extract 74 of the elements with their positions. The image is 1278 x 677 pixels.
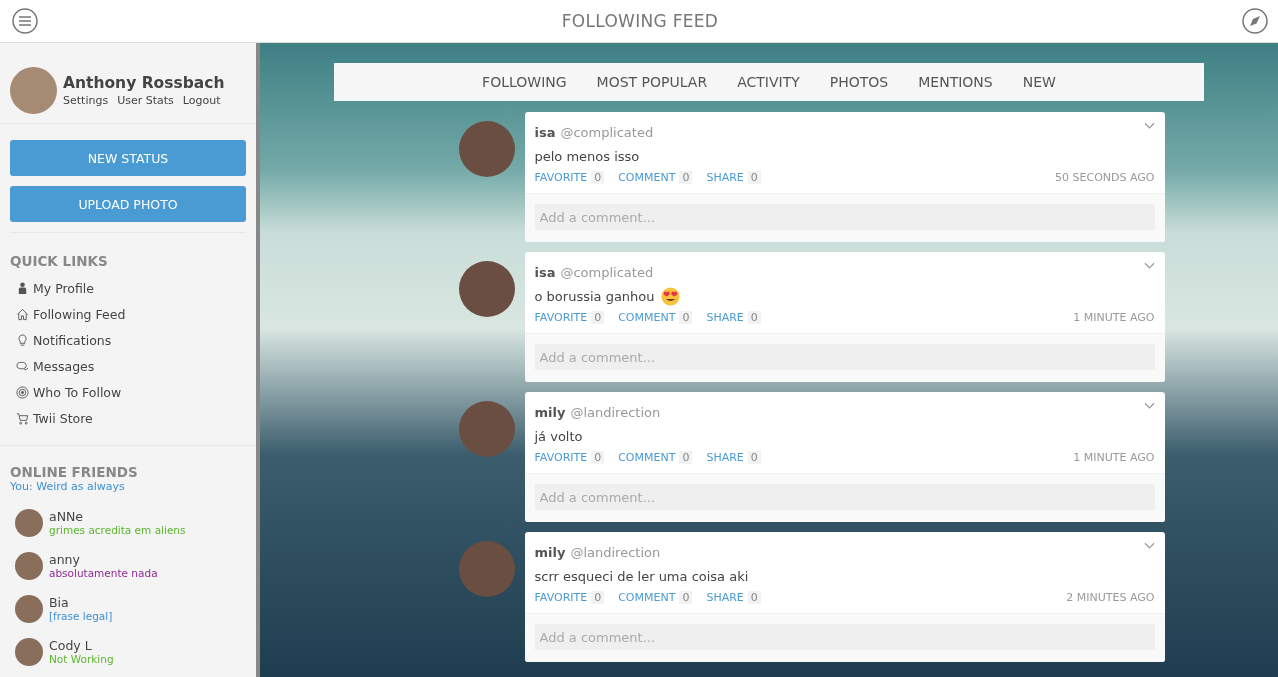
friend-status: grimes acredita em aliens bbox=[49, 524, 186, 536]
author-name[interactable]: mily bbox=[534, 545, 566, 560]
count-badge: 0 bbox=[679, 311, 693, 324]
friend-name[interactable]: anny bbox=[49, 552, 158, 567]
post-time: 50 SECONDS AGO bbox=[1055, 171, 1155, 184]
feed-tab[interactable]: NEW bbox=[1022, 74, 1056, 90]
own-status: You: Weird as always bbox=[10, 480, 126, 493]
avatar bbox=[15, 508, 43, 537]
quick-link[interactable]: Following Feed bbox=[33, 306, 126, 322]
section-heading: ONLINE FRIENDS bbox=[10, 464, 139, 480]
friend-name[interactable]: Bia bbox=[49, 595, 113, 610]
heart-eyes-emoji-icon bbox=[660, 286, 680, 306]
user-name: Anthony Rossbach bbox=[63, 73, 225, 92]
post-time: 1 MINUTE AGO bbox=[1073, 311, 1155, 324]
count-badge: 0 bbox=[591, 311, 605, 324]
profile-link[interactable]: User Stats bbox=[117, 93, 174, 107]
profile-link[interactable]: Settings bbox=[63, 93, 109, 107]
quick-link[interactable]: Twii Store bbox=[33, 410, 93, 426]
count-badge: 0 bbox=[591, 591, 605, 604]
count-badge: 0 bbox=[679, 591, 693, 604]
feed-tab[interactable]: MOST POPULAR bbox=[596, 74, 708, 90]
count-badge: 0 bbox=[591, 171, 605, 184]
author-name[interactable]: isa bbox=[534, 125, 556, 140]
feed-tab[interactable]: FOLLOWING bbox=[482, 74, 567, 90]
avatar bbox=[15, 594, 43, 623]
count-badge: 0 bbox=[679, 171, 693, 184]
quick-link[interactable]: My Profile bbox=[33, 280, 95, 296]
count-badge: 0 bbox=[747, 451, 761, 464]
quick-link[interactable]: Who To Follow bbox=[33, 384, 122, 400]
house-icon bbox=[16, 307, 29, 321]
comment-field[interactable]: Add a comment... bbox=[534, 484, 1155, 510]
compass-icon[interactable] bbox=[1242, 8, 1268, 34]
post-time: 1 MINUTE AGO bbox=[1073, 451, 1155, 464]
lightbulb-icon bbox=[16, 333, 29, 347]
profile-link[interactable]: Logout bbox=[182, 93, 221, 107]
chevron-down-icon[interactable] bbox=[1143, 122, 1155, 130]
post-time: 2 MINUTES AGO bbox=[1066, 591, 1155, 604]
friend-name[interactable]: Cody L bbox=[49, 638, 114, 653]
friend-status: absolutamente nada bbox=[49, 567, 158, 579]
menu-icon[interactable] bbox=[12, 8, 38, 34]
count-badge: 0 bbox=[747, 591, 761, 604]
avatar bbox=[15, 637, 43, 666]
comment-field[interactable]: Add a comment... bbox=[534, 344, 1155, 370]
chevron-down-icon[interactable] bbox=[1143, 262, 1155, 270]
count-badge: 0 bbox=[747, 171, 761, 184]
comment-field[interactable]: Add a comment... bbox=[534, 204, 1155, 230]
cart-icon bbox=[16, 411, 29, 425]
chevron-down-icon[interactable] bbox=[1143, 402, 1155, 410]
quick-link[interactable]: Notifications bbox=[33, 332, 112, 348]
count-badge: 0 bbox=[591, 451, 605, 464]
avatar bbox=[10, 66, 57, 114]
friend-status: [frase legal] bbox=[49, 610, 113, 622]
avatar bbox=[15, 551, 43, 580]
count-badge: 0 bbox=[679, 451, 693, 464]
author-name[interactable]: isa bbox=[534, 265, 556, 280]
feed-tab[interactable]: ACTIVITY bbox=[737, 74, 800, 90]
feed-tab[interactable]: PHOTOS bbox=[829, 74, 889, 90]
author-name[interactable]: mily bbox=[534, 405, 566, 420]
target-icon bbox=[16, 385, 29, 399]
count-badge: 0 bbox=[747, 311, 761, 324]
post-text: pelo menos isso bbox=[534, 148, 640, 164]
post-text: scrr esqueci de ler uma coisa aki bbox=[534, 568, 749, 584]
feed-tab[interactable]: MENTIONS bbox=[918, 74, 993, 90]
quick-link[interactable]: Messages bbox=[33, 358, 95, 374]
friend-name[interactable]: aNNe bbox=[49, 509, 186, 524]
person-icon bbox=[16, 281, 29, 295]
friend-status: Not Working bbox=[49, 653, 114, 665]
chevron-down-icon[interactable] bbox=[1143, 542, 1155, 550]
post-text: o borussia ganhou bbox=[534, 288, 655, 304]
page-title: FOLLOWING FEED bbox=[561, 11, 719, 31]
section-heading: QUICK LINKS bbox=[10, 253, 109, 269]
speech-bubbles-icon bbox=[16, 359, 29, 373]
post-text: já volto bbox=[534, 428, 583, 444]
comment-field[interactable]: Add a comment... bbox=[534, 624, 1155, 650]
